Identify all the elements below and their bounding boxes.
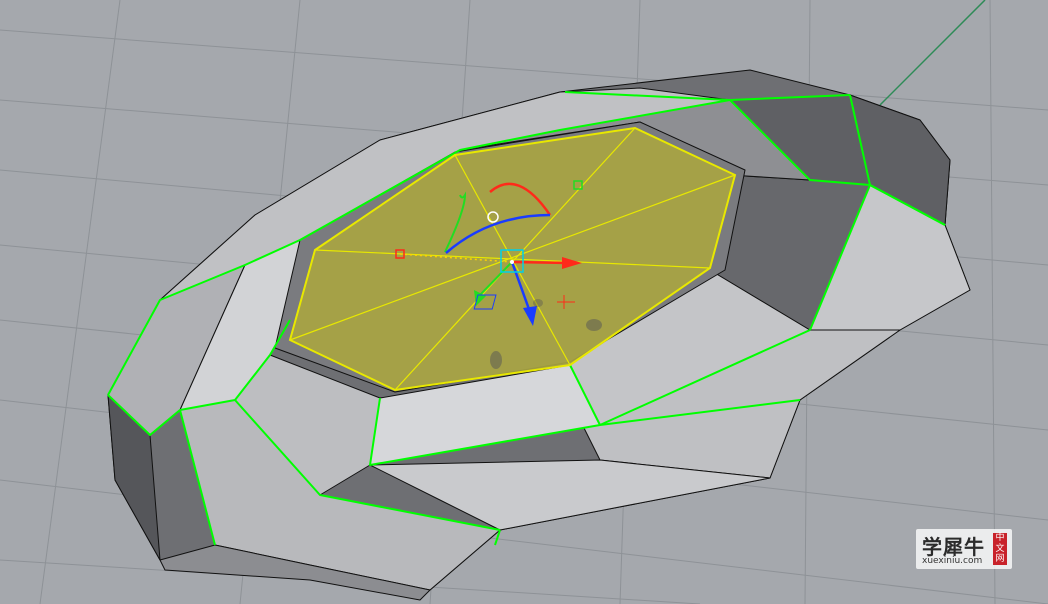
seal-char: 网 bbox=[995, 554, 1005, 564]
hatch-marker bbox=[586, 319, 602, 331]
seal-char: 中 bbox=[995, 533, 1005, 543]
gumball-origin bbox=[510, 260, 514, 264]
watermark-logo: 学犀牛 xuexiniu.com 中 文 网 bbox=[916, 529, 1012, 569]
3d-viewport[interactable] bbox=[0, 0, 1048, 604]
watermark-seal: 中 文 网 bbox=[993, 533, 1007, 565]
world-axis-line bbox=[879, 0, 986, 106]
gumball-x-axis[interactable] bbox=[511, 260, 571, 265]
watermark-url: xuexiniu.com bbox=[922, 556, 983, 566]
hatch-marker bbox=[490, 351, 502, 369]
hatch-marker bbox=[533, 299, 543, 307]
seal-char: 文 bbox=[995, 543, 1005, 554]
